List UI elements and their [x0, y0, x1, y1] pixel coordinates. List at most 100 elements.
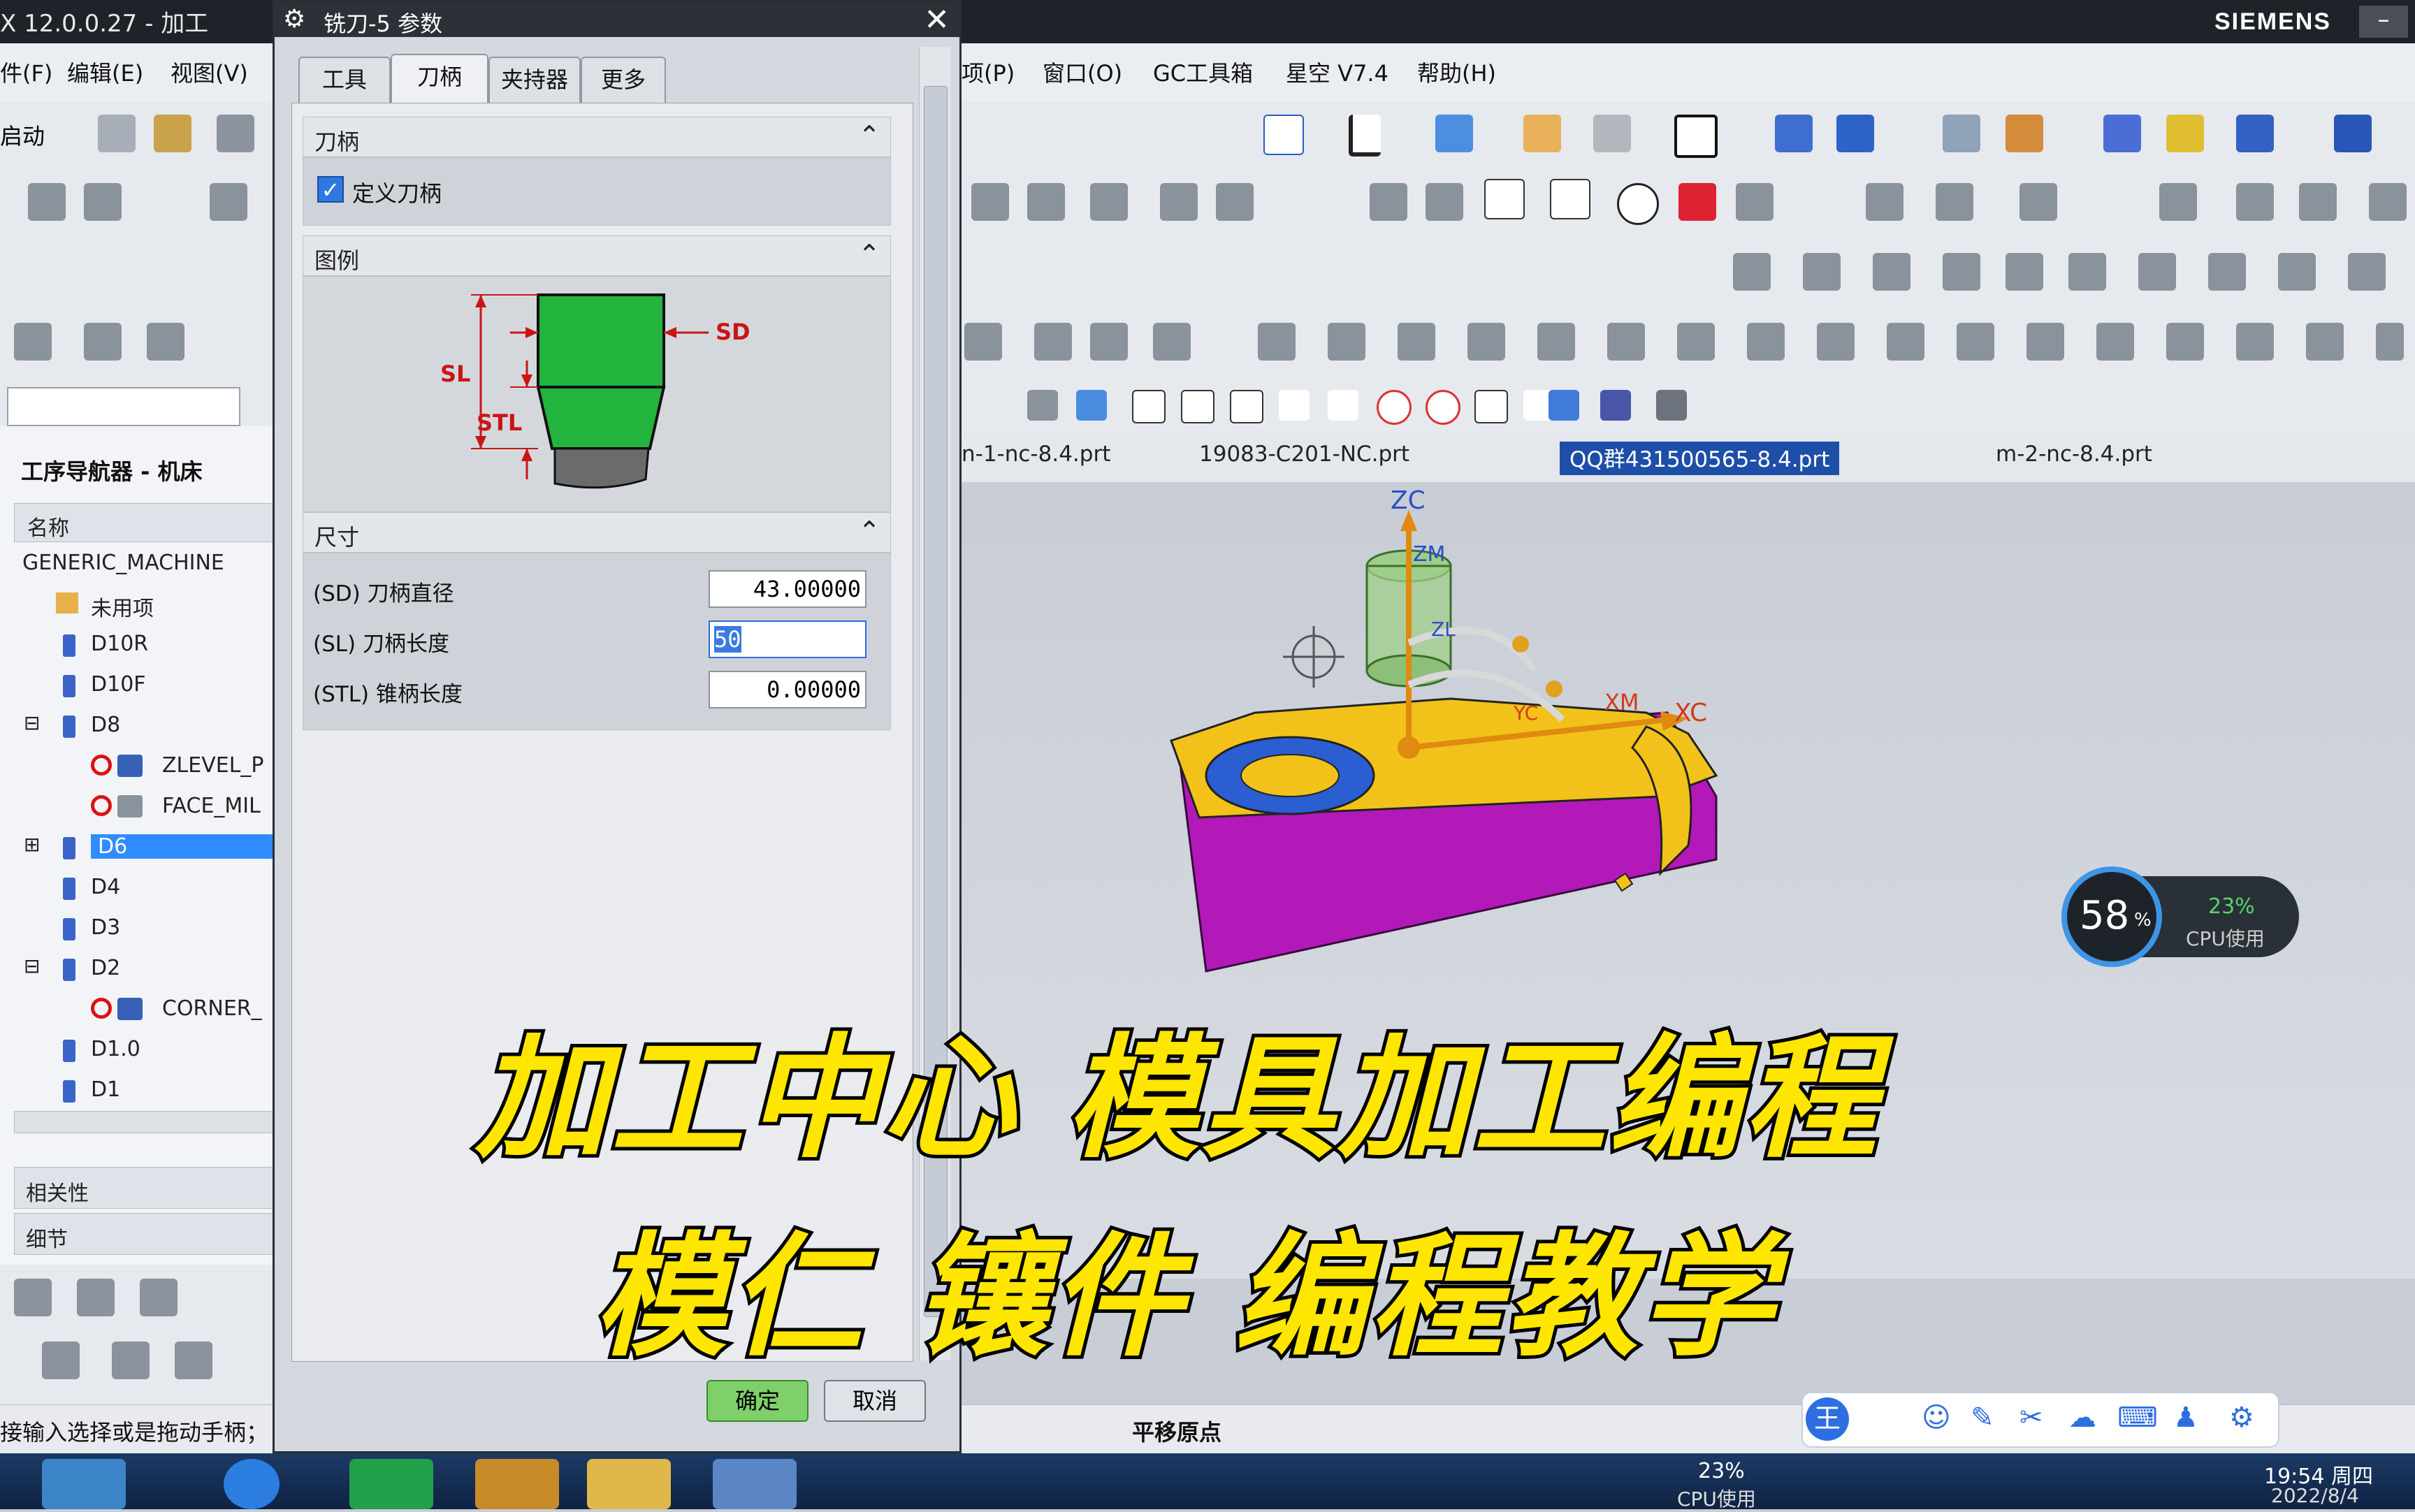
nx-app-icon[interactable] — [713, 1459, 797, 1509]
group-icon[interactable] — [1943, 253, 1980, 291]
menu-edit[interactable]: 编辑(E) — [67, 56, 143, 88]
sphere-icon[interactable] — [2306, 323, 2344, 361]
cloud-icon[interactable]: ☁ — [2068, 1402, 2096, 1434]
postprocess-icon[interactable] — [1160, 183, 1198, 221]
op-create-icon[interactable] — [175, 1342, 212, 1379]
mid-point-icon[interactable] — [1230, 390, 1263, 423]
simulate-icon[interactable] — [1090, 183, 1128, 221]
render-icon[interactable] — [1600, 390, 1631, 421]
method-icon[interactable] — [210, 183, 247, 221]
new-file-icon[interactable] — [98, 115, 136, 152]
machine-view-icon[interactable] — [14, 1279, 52, 1316]
fit-view-icon[interactable] — [1263, 115, 1304, 155]
tree-row-d1[interactable]: D1 — [14, 1070, 273, 1110]
view-rotate-icon[interactable] — [1836, 115, 1874, 152]
curve-icon[interactable] — [1678, 183, 1716, 221]
fixed-contour-icon[interactable] — [1090, 323, 1128, 361]
collapse-chevron-icon[interactable]: ⌃ — [858, 239, 880, 270]
save-icon[interactable] — [217, 115, 254, 152]
tree-row-corner[interactable]: CORNER_ — [14, 989, 273, 1028]
media-icon[interactable] — [475, 1459, 559, 1509]
drill-icon[interactable] — [1153, 323, 1191, 361]
navigator-hscrollbar[interactable] — [14, 1111, 274, 1133]
program-icon[interactable] — [84, 183, 122, 221]
view-icon[interactable] — [1549, 390, 1579, 421]
hatch-icon[interactable] — [1484, 179, 1525, 219]
tree-row-d2[interactable]: ⊟ D2 — [14, 949, 273, 988]
tab-holder-shank[interactable]: 刀柄 — [391, 54, 488, 104]
mcs-icon[interactable] — [147, 323, 184, 361]
tree-row-zlevel[interactable]: ZLEVEL_P — [14, 746, 273, 785]
existing-point-icon[interactable] — [1474, 390, 1508, 423]
section-holder-header[interactable]: 刀柄 ⌃ — [303, 117, 891, 157]
floor-wall-icon[interactable] — [1537, 323, 1575, 361]
orient-icon[interactable] — [1775, 115, 1813, 152]
tab-more[interactable]: 更多 — [581, 57, 666, 104]
palette-icon[interactable] — [2166, 115, 2204, 152]
scissors-icon[interactable]: ✂ — [2019, 1402, 2043, 1434]
chamfer-icon[interactable] — [1370, 183, 1407, 221]
file-tab-2[interactable]: 19083-C201-NC.prt — [1199, 442, 1409, 475]
method-view-icon[interactable] — [42, 1342, 80, 1379]
minimize-button[interactable]: – — [2359, 6, 2408, 38]
face-mill-icon[interactable] — [1328, 323, 1365, 361]
tool-create-icon[interactable] — [112, 1342, 150, 1379]
open-file-icon[interactable] — [154, 115, 191, 152]
section-legend-header[interactable]: 图例 ⌃ — [303, 235, 891, 276]
tree-row-d6[interactable]: ⊞ D6 — [14, 827, 280, 866]
arrow-icon[interactable] — [2278, 253, 2316, 291]
planar-mill-icon[interactable] — [1398, 323, 1435, 361]
explorer-icon[interactable] — [587, 1459, 671, 1509]
comment-icon[interactable] — [2068, 253, 2106, 291]
list-icon[interactable] — [1803, 253, 1841, 291]
wcs-icon[interactable] — [1349, 115, 1381, 157]
snap-icon[interactable] — [2006, 115, 2043, 152]
path-play-icon[interactable] — [2019, 183, 2057, 221]
dialog-titlebar[interactable]: ⚙ 铣刀-5 参数 ✕ — [275, 2, 959, 38]
profile-icon[interactable] — [1467, 323, 1505, 361]
tree-row-d4[interactable]: D4 — [14, 868, 273, 907]
cut-icon[interactable] — [2369, 183, 2407, 221]
cavity-mill-icon[interactable] — [964, 323, 1002, 361]
corner-icon[interactable] — [1747, 323, 1785, 361]
file-tab-1[interactable]: n-1-nc-8.4.prt — [962, 442, 1110, 475]
close-icon[interactable]: ✕ — [924, 2, 950, 38]
keyboard-icon[interactable]: ⌨ — [2117, 1402, 2158, 1434]
menu-preferences[interactable]: 项(P) — [962, 56, 1015, 88]
ime-toolbar[interactable]: 王 ☺ ✎ ✂ ☁ ⌨ ♟ ⚙ — [1801, 1392, 2279, 1448]
shank-diameter-input[interactable]: 43.00000 — [709, 570, 866, 608]
shaded-cube-icon[interactable] — [1435, 115, 1473, 152]
path-end-icon[interactable] — [1936, 183, 1973, 221]
play-icon[interactable] — [2236, 115, 2274, 152]
collapse-icon[interactable]: ⊟ — [24, 954, 40, 977]
color-swatch-icon[interactable] — [1674, 115, 1718, 158]
collapse-chevron-icon[interactable]: ⌃ — [858, 120, 880, 151]
tree-row-d3[interactable]: D3 — [14, 908, 273, 947]
program-view-icon[interactable] — [77, 1279, 115, 1316]
column-header-name[interactable]: 名称 — [14, 503, 274, 542]
measure-icon[interactable] — [2334, 115, 2372, 152]
circle-icon[interactable] — [1617, 183, 1659, 225]
shank-length-input[interactable]: 50 — [709, 620, 866, 658]
tool-icon[interactable] — [2103, 115, 2141, 152]
select-body-icon[interactable] — [1076, 390, 1107, 421]
define-holder-checkbox[interactable]: ✓ — [317, 176, 344, 203]
tree-row-d10r[interactable]: D10R — [14, 625, 273, 664]
edit-object-icon[interactable] — [1593, 115, 1631, 152]
clear-icon[interactable] — [2236, 183, 2274, 221]
region-icon[interactable] — [1736, 183, 1774, 221]
geometry-view-icon[interactable] — [140, 1279, 177, 1316]
tree-row-d10f[interactable]: D10F — [14, 665, 273, 704]
plunge-icon[interactable] — [1258, 323, 1296, 361]
tab-tool[interactable]: 工具 — [298, 57, 391, 104]
engrave-icon[interactable] — [1677, 323, 1715, 361]
section-dimensions-header[interactable]: 尺寸 ⌃ — [303, 512, 891, 553]
text-icon[interactable] — [2096, 323, 2134, 361]
workpiece-icon[interactable] — [84, 323, 122, 361]
menu-xingkong[interactable]: 星空 V7.4 — [1286, 56, 1388, 88]
tab-holder[interactable]: 夹持器 — [488, 57, 581, 104]
end-point-icon[interactable] — [1181, 390, 1214, 423]
settings-gear-icon[interactable]: ⚙ — [2229, 1402, 2254, 1434]
tap-icon[interactable] — [2026, 323, 2064, 361]
type-filter-dropdown[interactable] — [7, 387, 240, 426]
